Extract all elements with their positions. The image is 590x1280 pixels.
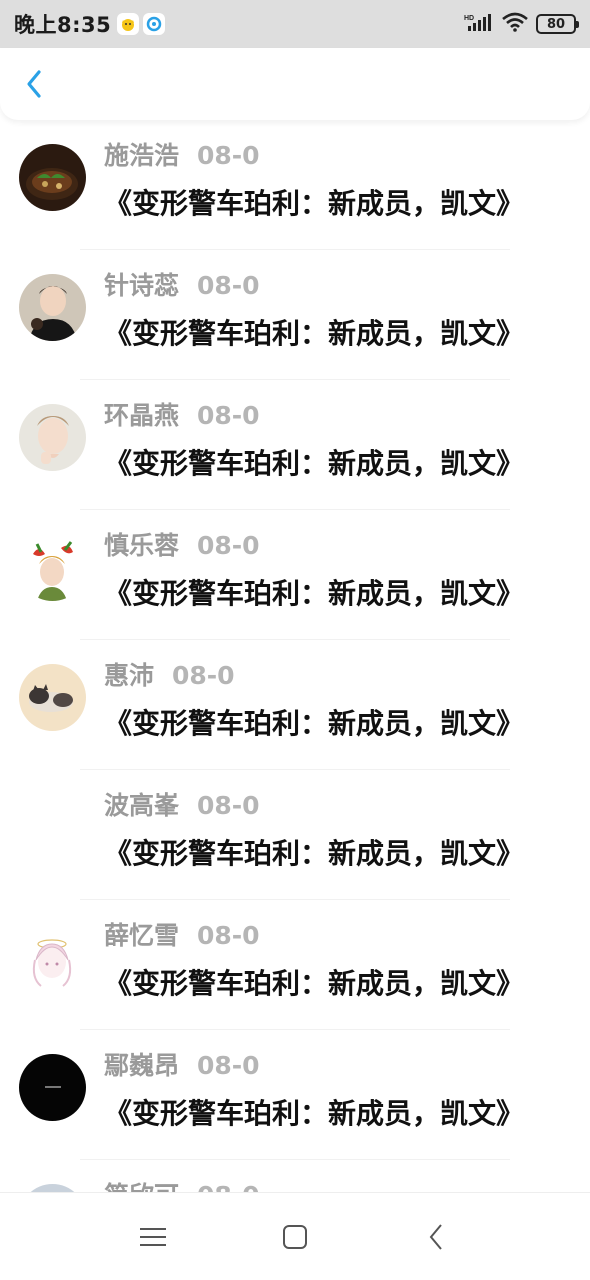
name-row: 慎乐蓉 08-0 [104, 526, 260, 562]
menu-button[interactable] [133, 1217, 173, 1257]
message-date: 08-0 [197, 401, 260, 430]
avatar[interactable] [19, 924, 86, 991]
list-item[interactable]: 针诗蕊 08-0 《变形警车珀利：新成员，凯文》 [0, 250, 590, 380]
message-preview: 《变形警车珀利：新成员，凯文》 [104, 967, 525, 1000]
browser-icon [143, 13, 166, 35]
chevron-left-icon [27, 70, 41, 98]
avatar[interactable] [19, 794, 86, 861]
message-preview: 《变形警车珀利：新成员，凯文》 [104, 577, 525, 610]
list-item[interactable]: 波高峯 08-0 《变形警车珀利：新成员，凯文》 [0, 770, 590, 900]
list-item[interactable]: 薛忆雪 08-0 《变形警车珀利：新成员，凯文》 [0, 900, 590, 1030]
list-item[interactable]: 施浩浩 08-0 《变形警车珀利：新成员，凯文》 [0, 120, 590, 250]
contact-name: 简欣可 [104, 1176, 179, 1192]
status-bar: 晚上8:35 HD 80 [0, 0, 590, 48]
name-row: 环晶燕 08-0 [104, 396, 260, 432]
avatar[interactable] [19, 664, 86, 731]
list-item[interactable]: 简欣可 08-0 [0, 1160, 590, 1192]
avatar[interactable] [19, 534, 86, 601]
avatar[interactable] [19, 404, 86, 471]
message-date: 08-0 [197, 1051, 260, 1080]
battery-icon: 80 [536, 14, 579, 34]
name-row: 施浩浩 08-0 [104, 136, 260, 172]
cat-icon [117, 13, 140, 35]
menu-icon [140, 1228, 166, 1246]
message-date: 08-0 [197, 271, 260, 300]
home-square-icon [283, 1225, 307, 1249]
message-date: 08-0 [197, 141, 260, 170]
contact-name: 慎乐蓉 [104, 531, 180, 560]
message-date: 08-0 [197, 1181, 260, 1192]
avatar[interactable] [19, 274, 86, 341]
message-preview: 《变形警车珀利：新成员，凯文》 [104, 317, 525, 350]
back-button[interactable] [14, 64, 54, 104]
status-time: 晚上8:35 [14, 13, 112, 37]
status-right-icons: HD 80 [464, 12, 579, 36]
message-date: 08-0 [172, 661, 235, 690]
contact-name: 环晶燕 [104, 401, 180, 430]
hd-signal-icon: HD [464, 12, 494, 36]
avatar[interactable] [19, 1054, 86, 1121]
message-date: 08-0 [197, 921, 260, 950]
conversation-list[interactable]: 施浩浩 08-0 《变形警车珀利：新成员，凯文》 针诗蕊 08-0 《变形警车珀… [0, 120, 590, 1192]
status-app-icons [117, 13, 166, 35]
message-preview: 《变形警车珀利：新成员，凯文》 [104, 1097, 525, 1130]
list-item[interactable]: 惠沛 08-0 《变形警车珀利：新成员，凯文》 [0, 640, 590, 770]
name-row: 惠沛 08-0 [104, 656, 235, 692]
name-row: 波高峯 08-0 [104, 786, 260, 822]
message-preview: 《变形警车珀利：新成员，凯文》 [104, 187, 525, 220]
home-button[interactable] [275, 1217, 315, 1257]
list-item[interactable]: 环晶燕 08-0 《变形警车珀利：新成员，凯文》 [0, 380, 590, 510]
back-triangle-icon [429, 1224, 442, 1250]
message-preview: 《变形警车珀利：新成员，凯文》 [104, 837, 525, 870]
list-item[interactable]: 慎乐蓉 08-0 《变形警车珀利：新成员，凯文》 [0, 510, 590, 640]
name-row: 简欣可 08-0 [104, 1176, 260, 1192]
message-date: 08-0 [197, 791, 260, 820]
svg-text:HD: HD [464, 15, 474, 22]
message-preview: 《变形警车珀利：新成员，凯文》 [104, 447, 525, 480]
header-bar [0, 48, 590, 120]
message-preview: 《变形警车珀利：新成员，凯文》 [104, 707, 525, 740]
name-row: 针诗蕊 08-0 [104, 266, 260, 302]
list-item[interactable]: 鄢巍昂 08-0 《变形警车珀利：新成员，凯文》 [0, 1030, 590, 1160]
contact-name: 惠沛 [104, 661, 155, 690]
wifi-icon [502, 12, 528, 36]
contact-name: 薛忆雪 [104, 921, 180, 950]
message-date: 08-0 [197, 531, 260, 560]
nav-back-button[interactable] [416, 1217, 456, 1257]
name-row: 薛忆雪 08-0 [104, 916, 260, 952]
contact-name: 针诗蕊 [104, 271, 180, 300]
contact-name: 波高峯 [104, 791, 180, 820]
avatar[interactable] [19, 1184, 86, 1192]
contact-name: 施浩浩 [104, 141, 180, 170]
system-nav-bar [0, 1192, 590, 1280]
contact-name: 鄢巍昂 [104, 1051, 180, 1080]
avatar[interactable] [19, 144, 86, 211]
name-row: 鄢巍昂 08-0 [104, 1046, 260, 1082]
